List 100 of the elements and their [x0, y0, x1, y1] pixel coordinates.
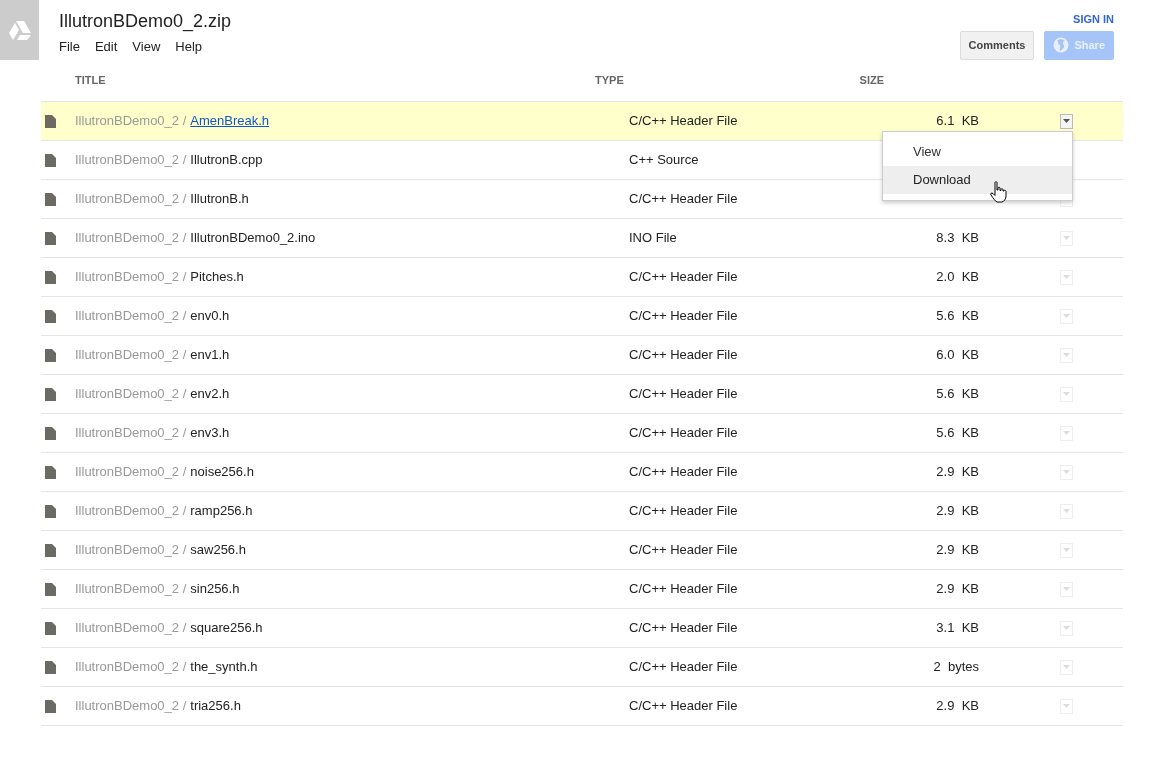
folder-path: IllutronBDemo0_2 / [75, 190, 187, 209]
size-cell-text: 5.6 KB [936, 385, 979, 404]
file-icon [45, 426, 56, 440]
file-icon [45, 114, 56, 128]
type-cell-text: C/C++ Header File [629, 346, 739, 365]
file-icon [45, 582, 56, 596]
folder-path: IllutronBDemo0_2 / [75, 463, 187, 482]
folder-path: IllutronBDemo0_2 / [75, 268, 187, 287]
menu-item[interactable]: Help [175, 37, 203, 57]
file-icon [45, 348, 56, 362]
folder-path: IllutronBDemo0_2 / [75, 229, 187, 248]
caret-icon [1063, 431, 1070, 435]
comments-button[interactable]: Comments [959, 30, 1035, 60]
type-cell-text: C/C++ Header File [629, 463, 739, 482]
type-cell-text: INO File [629, 229, 678, 248]
size-cell-text: 2.9 KB [936, 541, 979, 560]
file-icon [45, 270, 56, 284]
file-icon [45, 387, 56, 401]
file-name-link[interactable]: Pitches.h [190, 267, 244, 287]
size-cell-text: 2 bytes [933, 658, 979, 677]
type-cell-text: C/C++ Header File [629, 580, 739, 599]
size-cell-text: 3.1 KB [936, 619, 979, 638]
folder-path: IllutronBDemo0_2 / [75, 580, 187, 599]
caret-icon [1063, 626, 1070, 630]
folder-path: IllutronBDemo0_2 / [75, 385, 187, 404]
file-icon [45, 309, 56, 323]
file-icon [45, 543, 56, 557]
type-cell-text: C/C++ Header File [629, 541, 739, 560]
file-icon [45, 231, 56, 245]
file-icon [45, 699, 56, 713]
globe-icon [1053, 37, 1070, 53]
folder-path: IllutronBDemo0_2 / [75, 307, 187, 326]
file-icon [45, 465, 56, 479]
document-title: IllutronBDemo0_2.zip [59, 10, 232, 32]
size-cell-text: 2.0 KB [936, 268, 979, 287]
caret-icon [1063, 275, 1070, 279]
caret-icon [1063, 587, 1070, 591]
caret-icon [1063, 470, 1070, 474]
drive-logo-tile[interactable] [0, 0, 39, 60]
type-cell-text: C/C++ Header File [629, 658, 739, 677]
file-name-link[interactable]: saw256.h [190, 540, 246, 560]
folder-path: IllutronBDemo0_2 / [75, 697, 187, 716]
caret-icon [1063, 236, 1070, 240]
context-menu-item[interactable]: Download [883, 166, 1072, 194]
file-name-link[interactable]: env2.h [190, 384, 230, 404]
type-cell-text: C/C++ Header File [629, 385, 739, 404]
size-cell-text: 6.0 KB [936, 346, 979, 365]
file-icon [45, 621, 56, 635]
file-name-link[interactable]: IllutronB.cpp [190, 150, 263, 170]
file-row[interactable]: IllutronBDemo0_2 / AmenBreak.h C/C++ Header File 6.1 KB [41, 101, 1123, 140]
file-name-link[interactable]: ramp256.h [190, 501, 253, 521]
folder-path: IllutronBDemo0_2 / [75, 112, 187, 131]
file-name-link[interactable]: IllutronB.h [190, 189, 249, 209]
triangle-logo-icon [8, 20, 31, 40]
file-icon [45, 504, 56, 518]
row-menu-button[interactable] [1060, 113, 1073, 129]
folder-path: IllutronBDemo0_2 / [75, 541, 187, 560]
column-header[interactable]: TITLE [75, 72, 595, 89]
caret-icon [1063, 509, 1070, 513]
sign-in-link[interactable]: SIGN IN [1073, 11, 1114, 28]
size-cell-text: 5.6 KB [936, 307, 979, 326]
caret-icon [1063, 665, 1070, 669]
menu-item[interactable]: View [132, 37, 161, 57]
file-name-link[interactable]: env0.h [190, 306, 230, 326]
context-menu-item[interactable]: View [883, 138, 1072, 166]
type-cell-text: C/C++ Header File [629, 190, 739, 209]
type-cell-text: C/C++ Header File [629, 619, 739, 638]
file-name-link[interactable]: sin256.h [190, 579, 240, 599]
file-name-link[interactable]: IllutronBDemo0_2.ino [190, 228, 316, 248]
file-name-link[interactable]: noise256.h [190, 462, 254, 482]
file-name-link[interactable]: tria256.h [190, 696, 241, 716]
size-cell-text: 5.6 KB [936, 424, 979, 443]
folder-path: IllutronBDemo0_2 / [75, 619, 187, 638]
caret-icon [1063, 119, 1070, 123]
column-header[interactable]: TYPE [595, 72, 745, 89]
folder-path: IllutronBDemo0_2 / [75, 346, 187, 365]
caret-icon [1063, 704, 1070, 708]
type-cell-text: C/C++ Header File [629, 424, 739, 443]
size-cell-text: 2.9 KB [936, 463, 979, 482]
file-icon [45, 153, 56, 167]
file-name-link[interactable]: square256.h [190, 618, 263, 638]
menu-item[interactable]: Edit [94, 37, 118, 57]
column-header[interactable]: SIZE [854, 72, 884, 89]
size-cell-text: 8.3 KB [936, 229, 979, 248]
size-cell-text: 2.9 KB [936, 502, 979, 521]
type-cell-text: C++ Source [629, 151, 700, 170]
type-cell-text: C/C++ Header File [629, 502, 739, 521]
file-name-link[interactable]: env3.h [190, 423, 230, 443]
caret-icon [1063, 392, 1070, 396]
folder-path: IllutronBDemo0_2 / [75, 658, 187, 677]
size-cell-text: 2.9 KB [936, 580, 979, 599]
size-cell-text: 6.1 KB [936, 112, 979, 131]
file-name-link[interactable]: the_synth.h [190, 657, 258, 677]
menu-item[interactable]: File [59, 37, 80, 57]
file-name-link[interactable]: AmenBreak.h [190, 111, 270, 131]
folder-path: IllutronBDemo0_2 / [75, 424, 187, 443]
size-cell-text: 2.9 KB [936, 697, 979, 716]
type-cell-text: C/C++ Header File [629, 307, 739, 326]
file-icon [45, 192, 56, 206]
file-name-link[interactable]: env1.h [190, 345, 230, 365]
